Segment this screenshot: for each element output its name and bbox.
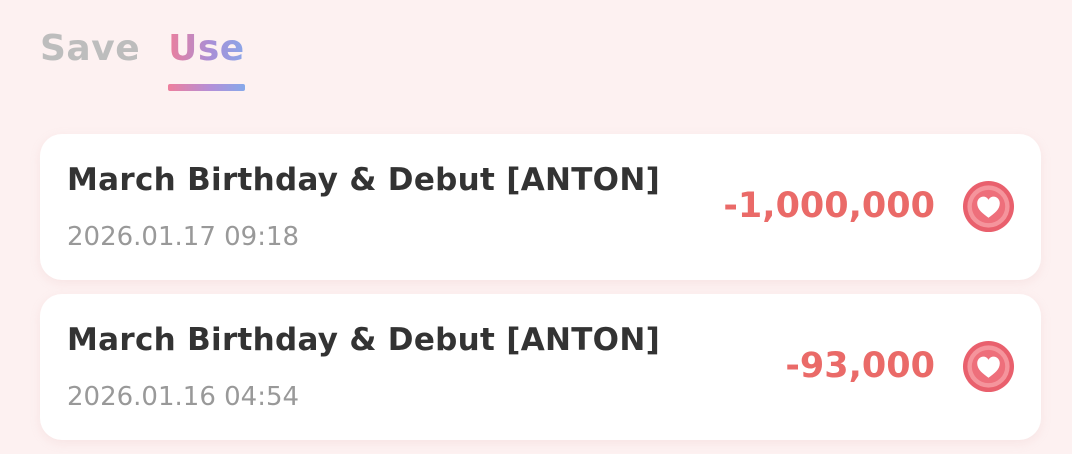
tab-active-indicator — [168, 84, 245, 91]
tab-use[interactable]: Use — [168, 28, 245, 91]
transaction-date: 2026.01.16 04:54 — [67, 382, 300, 412]
transaction-card[interactable]: March Birthday & Debut [ANTON] 2026.01.1… — [40, 134, 1041, 280]
transaction-list: March Birthday & Debut [ANTON] 2026.01.1… — [40, 134, 1041, 454]
tab-save[interactable]: Save — [40, 28, 140, 91]
transaction-date: 2026.01.17 09:18 — [67, 222, 300, 252]
tab-bar: Save Use — [40, 28, 245, 91]
transaction-title: March Birthday & Debut [ANTON] — [67, 162, 661, 198]
heart-icon — [962, 180, 1015, 233]
transaction-amount: -93,000 — [785, 346, 935, 386]
transaction-amount: -1,000,000 — [723, 186, 935, 226]
transaction-card[interactable]: March Birthday & Debut [ANTON] 2026.01.1… — [40, 294, 1041, 440]
heart-icon — [962, 340, 1015, 393]
transaction-title: March Birthday & Debut [ANTON] — [67, 322, 661, 358]
tab-use-label: Use — [168, 28, 245, 69]
